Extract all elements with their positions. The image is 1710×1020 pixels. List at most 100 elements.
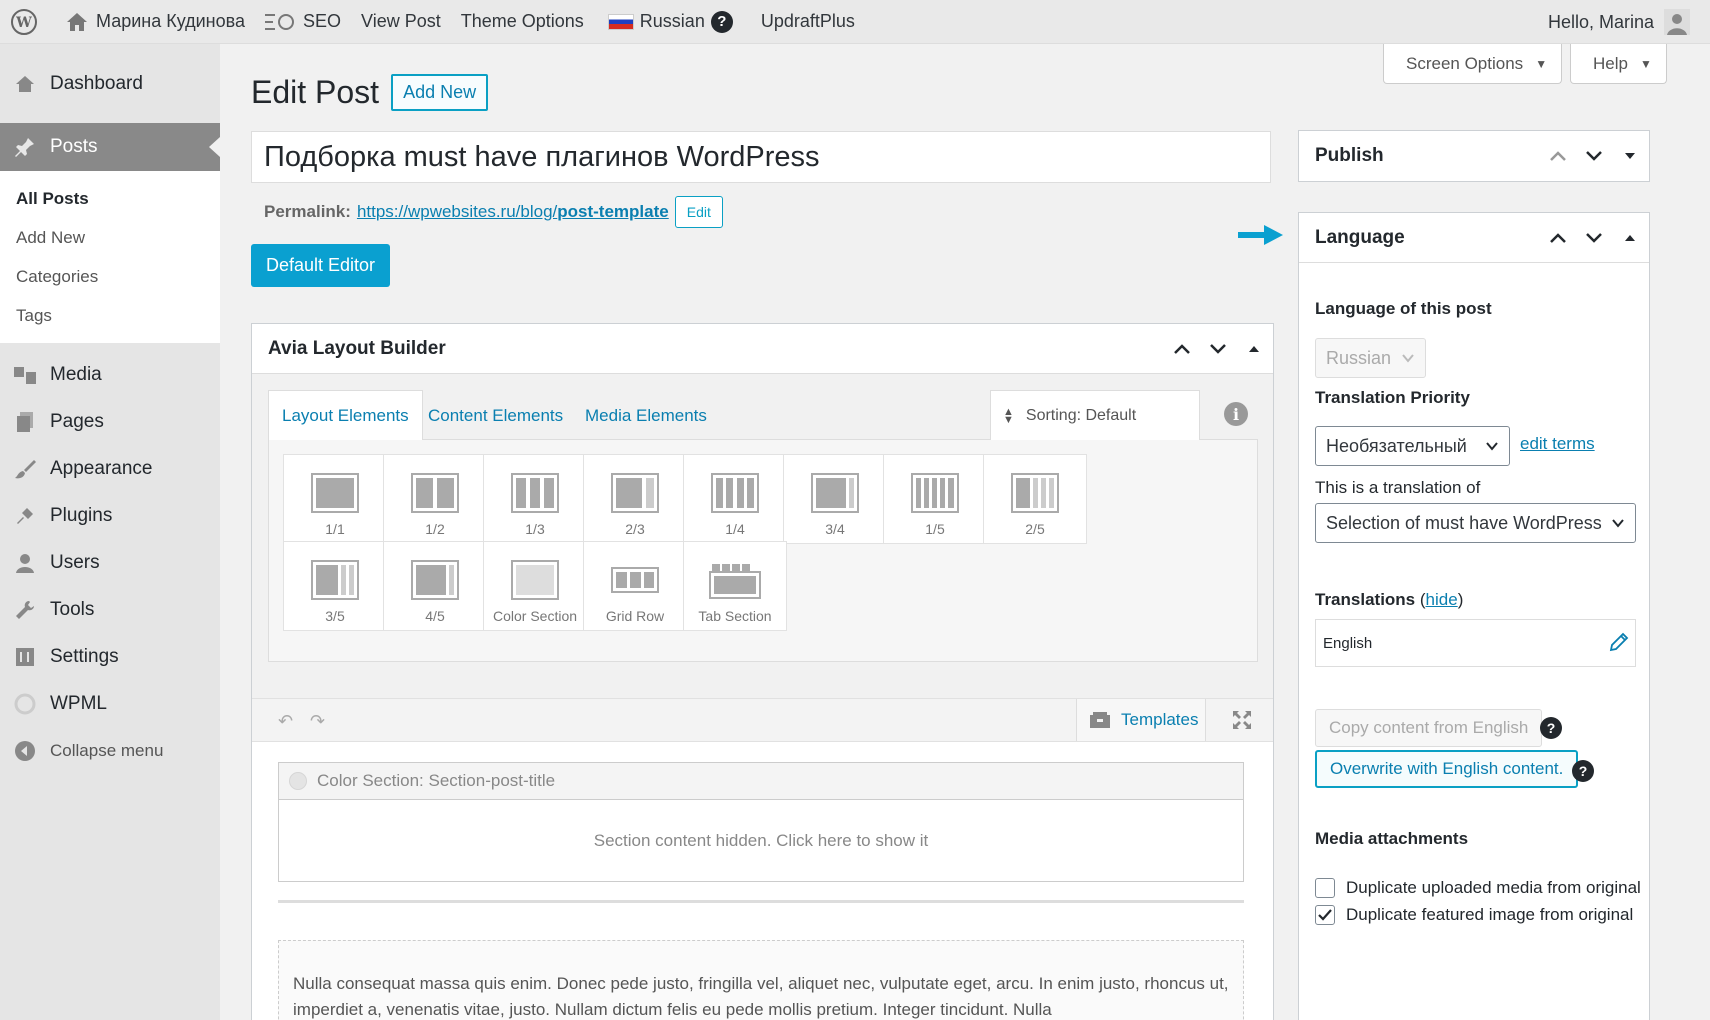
main-content: Screen Options ▼ Help ▼ Edit Post Add Ne… [220, 44, 1710, 1020]
updraftplus-link[interactable]: UpdraftPlus [743, 0, 865, 44]
seo-menu[interactable]: SEO [255, 0, 351, 44]
caret-down-icon: ▼ [1639, 56, 1652, 71]
sidebar-item-tools[interactable]: Tools [0, 586, 220, 633]
language-switcher[interactable]: Russian ? [594, 0, 743, 44]
element-color-section[interactable]: Color Section [483, 541, 587, 631]
question-icon[interactable]: ? [1540, 717, 1562, 739]
tab-layout-elements[interactable]: Layout Elements [268, 390, 423, 441]
post-title-input[interactable]: Подборка must have плагинов WordPress [251, 131, 1271, 183]
info-icon[interactable]: i [1224, 402, 1248, 426]
sorting-select[interactable]: ▲ ▼ Sorting: Default [990, 390, 1200, 441]
fullscreen-icon[interactable] [1232, 710, 1252, 730]
duplicate-featured-checkbox[interactable] [1315, 905, 1335, 925]
element-1-3[interactable]: 1/3 [483, 454, 587, 544]
submenu-tags[interactable]: Tags [0, 296, 220, 335]
question-icon[interactable]: ? [1572, 760, 1594, 782]
submenu-add-new[interactable]: Add New [0, 218, 220, 257]
default-editor-button[interactable]: Default Editor [251, 244, 391, 287]
move-down-icon[interactable] [1585, 147, 1603, 165]
element-2-5[interactable]: 2/5 [983, 454, 1087, 544]
grid-row-icon [611, 567, 659, 593]
toggle-panel-icon[interactable] [1621, 147, 1639, 165]
templates-button[interactable]: Templates [1076, 699, 1206, 741]
sidebar-item-settings[interactable]: Settings [0, 633, 220, 680]
sidebar-item-users[interactable]: Users [0, 539, 220, 586]
submenu-all-posts[interactable]: All Posts [0, 179, 220, 218]
element-1-5[interactable]: 1/5 [883, 454, 987, 544]
element-1-4[interactable]: 1/4 [683, 454, 787, 544]
color-section-block[interactable]: Color Section: Section-post-title Sectio… [278, 762, 1244, 882]
permalink-slug: post-template [557, 202, 669, 221]
sidebar-item-posts[interactable]: Posts [0, 123, 220, 171]
account-menu[interactable]: Hello, Marina [1538, 0, 1700, 44]
sidebar-item-appearance[interactable]: Appearance [0, 445, 220, 492]
sidebar-item-label: Collapse menu [50, 740, 164, 760]
duplicate-media-row: Duplicate uploaded media from original [1315, 878, 1641, 898]
language-header[interactable]: Language [1299, 213, 1649, 263]
sort-arrows-icon: ▲ ▼ [1003, 405, 1014, 426]
user-icon [12, 550, 38, 576]
move-up-icon[interactable] [1549, 229, 1567, 247]
element-3-5[interactable]: 3/5 [283, 541, 387, 631]
translation-priority-select[interactable]: Необязательный [1315, 426, 1510, 466]
sidebar-item-dashboard[interactable]: Dashboard [0, 60, 220, 107]
toggle-panel-icon[interactable] [1621, 229, 1639, 247]
text-block[interactable]: Nulla consequat massa quis enim. Donec p… [278, 940, 1244, 1020]
toggle-panel-icon[interactable] [1245, 340, 1263, 358]
view-post-link[interactable]: View Post [351, 0, 451, 44]
section-hidden-notice[interactable]: Section content hidden. Click here to sh… [279, 800, 1243, 882]
redo-icon[interactable]: ↷ [310, 711, 325, 732]
permalink-edit-button[interactable]: Edit [674, 196, 723, 228]
publish-controls [1549, 131, 1639, 181]
page-title-row: Edit Post Add New [251, 74, 489, 111]
tab-media-elements[interactable]: Media Elements [572, 390, 720, 441]
element-1-2[interactable]: 1/2 [383, 454, 487, 544]
element-3-4[interactable]: 3/4 [783, 454, 887, 544]
edit-terms-link[interactable]: edit terms [1520, 434, 1595, 454]
screen-options-button[interactable]: Screen Options ▼ [1383, 44, 1563, 84]
layout-elements-grid: 1/1 1/2 1/3 2/3 1/4 3/4 1/5 2/5 3/5 4/5 … [268, 440, 1258, 662]
drag-handle-icon[interactable] [289, 772, 307, 790]
sidebar-item-media[interactable]: Media [0, 351, 220, 398]
color-section-header[interactable]: Color Section: Section-post-title [279, 763, 1243, 800]
tab-content-elements[interactable]: Content Elements [415, 390, 576, 441]
collapse-menu-button[interactable]: Collapse menu [0, 727, 220, 774]
sidebar-item-plugins[interactable]: Plugins [0, 492, 220, 539]
move-down-icon[interactable] [1585, 229, 1603, 247]
pencil-icon[interactable] [1609, 632, 1629, 652]
wordpress-logo-icon[interactable]: W [0, 0, 56, 44]
overwrite-content-button[interactable]: Overwrite with English content. [1315, 750, 1579, 788]
submenu-categories[interactable]: Categories [0, 257, 220, 296]
question-icon[interactable]: ? [710, 10, 733, 33]
avia-title: Avia Layout Builder [268, 337, 446, 359]
publish-header[interactable]: Publish [1299, 131, 1649, 181]
site-name-link[interactable]: Марина Кудинова [56, 0, 255, 44]
duplicate-media-checkbox[interactable] [1315, 878, 1335, 898]
element-1-1[interactable]: 1/1 [283, 454, 387, 544]
translations-heading: Translations (hide) [1315, 590, 1464, 609]
sidebar-item-label: Posts [50, 136, 98, 157]
add-new-button[interactable]: Add New [391, 74, 489, 111]
permalink-link[interactable]: https://wpwebsites.ru/blog/post-template [357, 202, 669, 222]
undo-icon[interactable]: ↶ [278, 711, 293, 732]
element-grid-row[interactable]: Grid Row [583, 541, 687, 631]
translation-of-value: Selection of must have WordPress p [1326, 512, 1606, 533]
element-tab-section[interactable]: Tab Section [683, 541, 787, 631]
move-up-icon[interactable] [1173, 340, 1191, 358]
avia-tabs-area: Layout Elements Content Elements Media E… [268, 390, 1258, 680]
translation-of-select[interactable]: Selection of must have WordPress p [1315, 503, 1636, 543]
element-4-5[interactable]: 4/5 [383, 541, 487, 631]
help-button[interactable]: Help ▼ [1570, 44, 1667, 84]
screen-options-label: Screen Options [1406, 53, 1524, 73]
theme-options-link[interactable]: Theme Options [451, 0, 594, 44]
sidebar-item-wpml[interactable]: WPML [0, 680, 220, 727]
element-2-3[interactable]: 2/3 [583, 454, 687, 544]
column-2-3-icon [611, 473, 659, 513]
move-down-icon[interactable] [1209, 340, 1227, 358]
move-up-icon[interactable] [1549, 147, 1567, 165]
element-label: Grid Row [605, 608, 665, 624]
home-icon [67, 12, 87, 31]
column-4-5-icon [411, 560, 459, 600]
sidebar-item-pages[interactable]: Pages [0, 398, 220, 445]
hide-translations-link[interactable]: hide [1426, 590, 1458, 609]
